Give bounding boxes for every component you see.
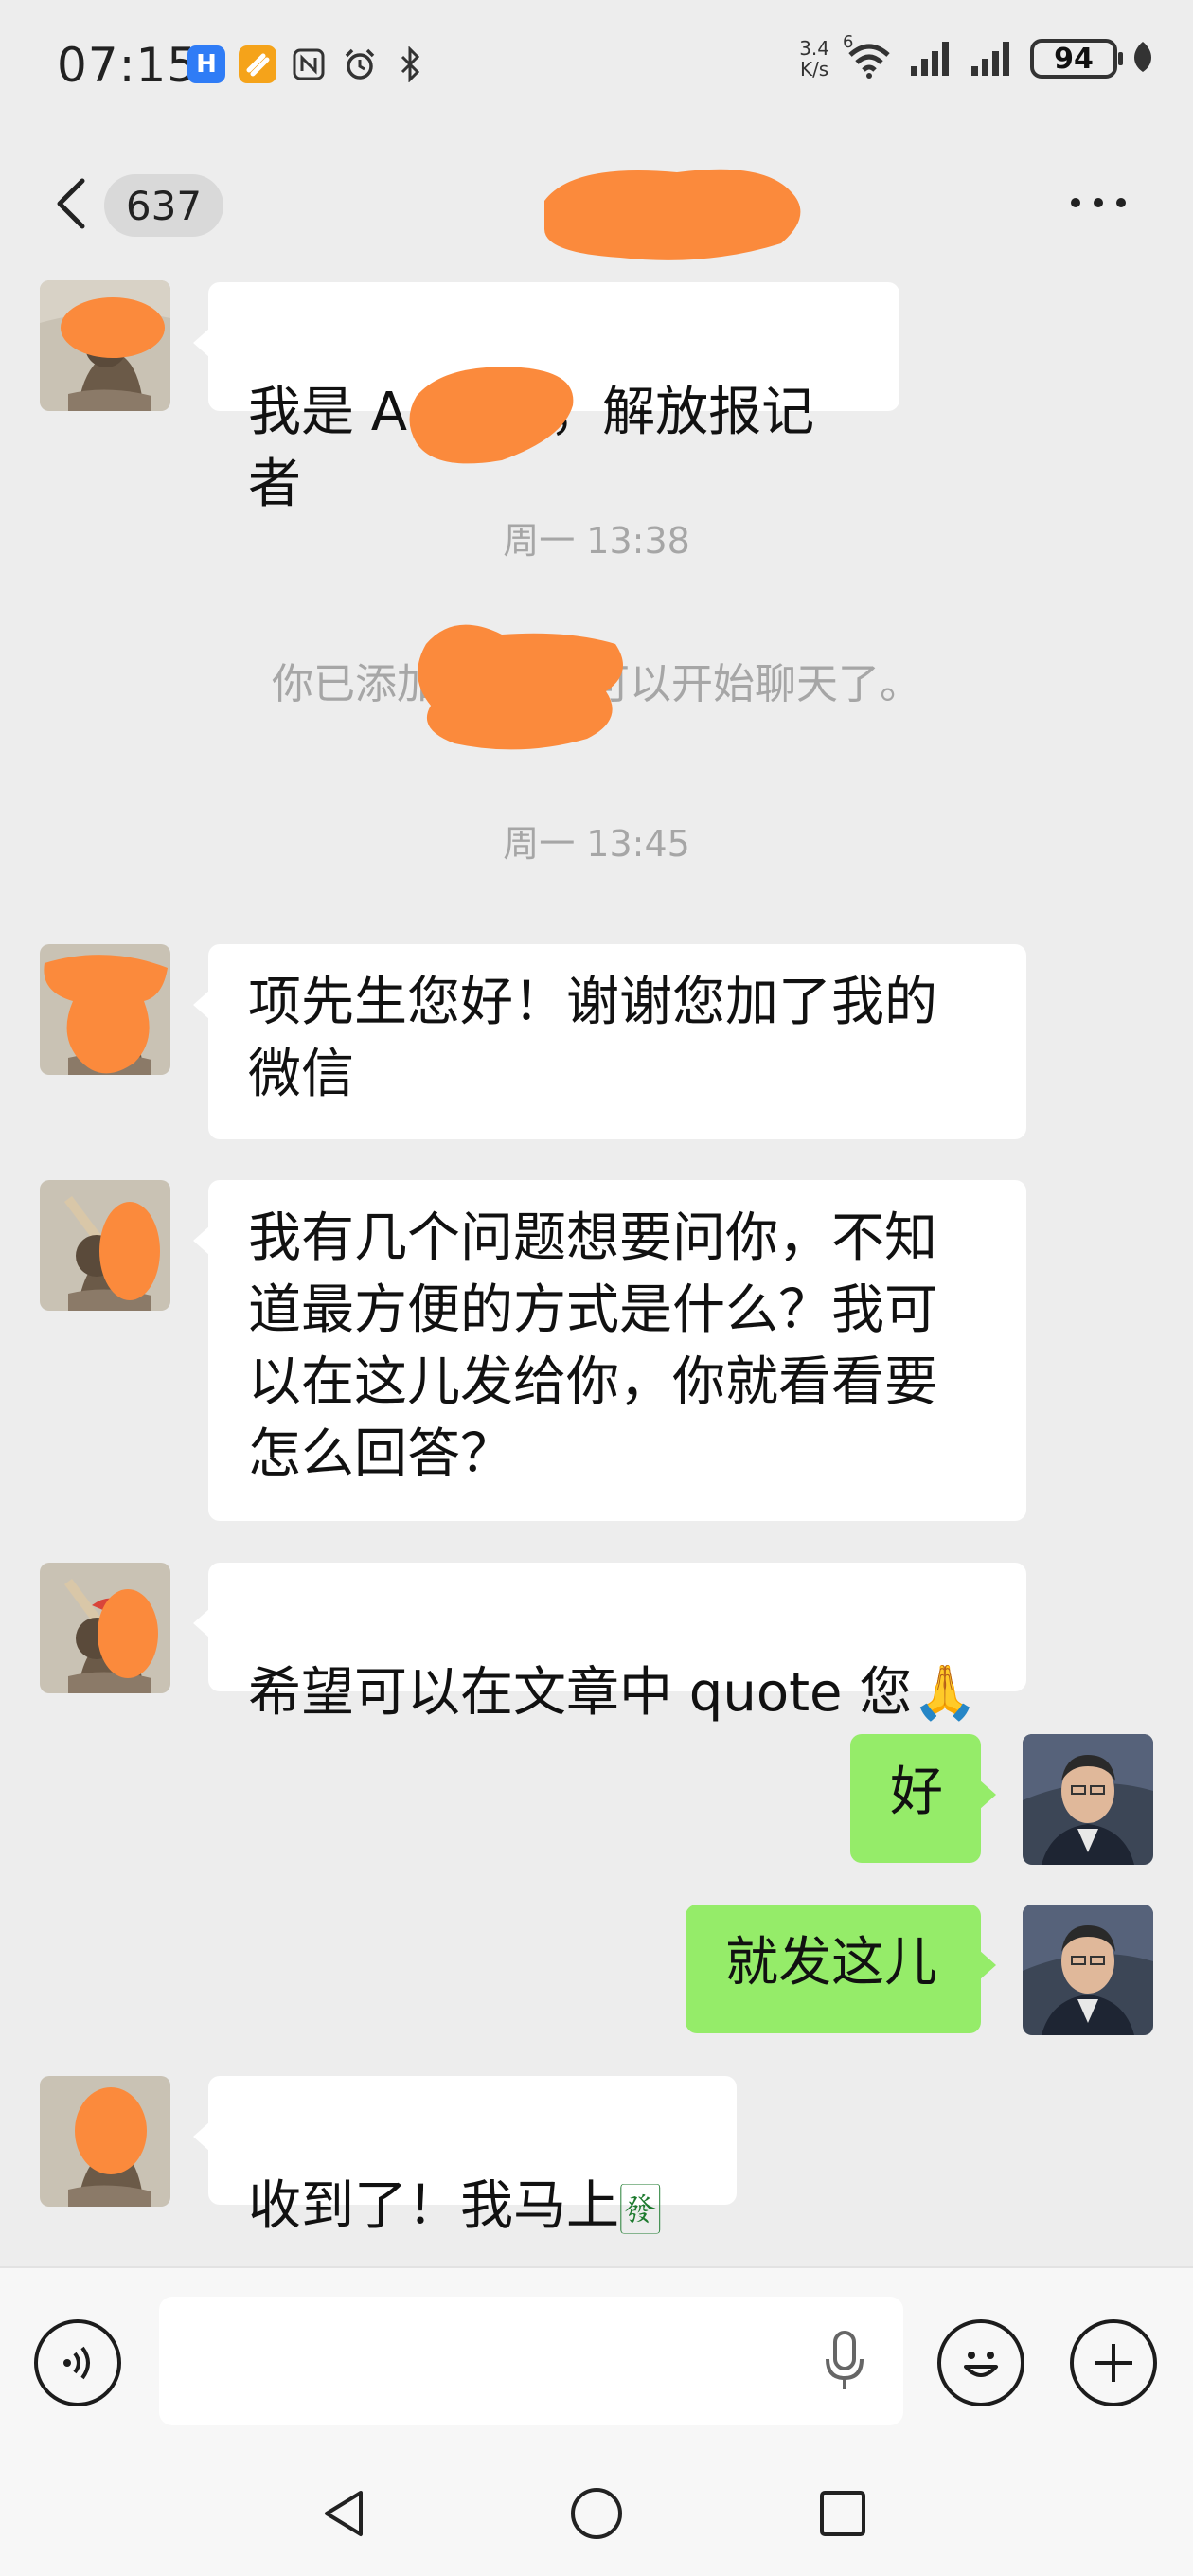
status-time: 07:15 — [57, 38, 199, 93]
square-recents-icon — [820, 2491, 865, 2536]
avatar-redaction — [97, 1199, 163, 1303]
timestamp: 周一 13:38 — [503, 520, 690, 562]
status-right: 3.4 K/s 6 94 — [799, 32, 1155, 80]
timestamp: 周一 13:45 — [503, 823, 690, 865]
cell-signal-1-icon — [909, 38, 956, 80]
huawei-health-icon: H — [187, 45, 225, 83]
chevron-left-icon — [57, 178, 85, 229]
status-bar: 07:15 H 3.4 K/s 6 94 — [0, 0, 1193, 142]
contact-avatar[interactable] — [40, 280, 170, 411]
voice-input-icon — [63, 2346, 90, 2380]
emoji-icon — [964, 2352, 998, 2377]
system-message-redaction — [398, 616, 634, 761]
name-redaction — [398, 286, 578, 491]
circle-home-icon — [571, 2488, 622, 2539]
message-bubble-incoming[interactable]: 项先生您好！谢谢您加了我的 微信 — [193, 944, 1026, 1139]
input-bar — [0, 2266, 1193, 2458]
contact-avatar[interactable] — [40, 944, 170, 1075]
mahjong-fa-emoji: 🀅 — [619, 2175, 662, 2237]
contact-avatar[interactable] — [40, 1563, 170, 1693]
voice-input-button[interactable] — [34, 2319, 121, 2406]
unread-count-badge[interactable]: 637 — [104, 174, 223, 237]
bluetooth-icon — [392, 45, 430, 83]
leaf-icon — [1131, 40, 1155, 78]
my-avatar[interactable] — [1023, 1734, 1153, 1865]
alarm-icon — [341, 45, 379, 83]
emoji-button[interactable] — [937, 2319, 1024, 2406]
plus-button[interactable] — [1070, 2319, 1157, 2406]
message-bubble-incoming[interactable]: 我是 A ，解放报记者 — [193, 282, 899, 515]
status-app-icons: H — [187, 45, 430, 83]
plus-icon — [1095, 2344, 1132, 2382]
nav-back-button[interactable] — [312, 2480, 379, 2547]
battery-indicator: 94 — [1030, 39, 1123, 79]
microphone-icon[interactable] — [824, 2331, 865, 2395]
cell-signal-2-icon — [970, 38, 1017, 80]
nav-recents-button[interactable] — [810, 2480, 876, 2547]
contact-avatar[interactable] — [40, 1180, 170, 1311]
avatar-redaction — [73, 2084, 149, 2178]
message-bubble-outgoing[interactable]: 就发这儿 — [686, 1905, 996, 2033]
system-nav-bar — [0, 2456, 1193, 2576]
avatar-redaction — [40, 944, 170, 1075]
message-bubble-incoming[interactable]: 我有几个问题想要问你，不知 道最方便的方式是什么？我可 以在这儿发给你，你就看看… — [193, 1180, 1026, 1521]
nfc-icon — [290, 45, 328, 83]
my-avatar[interactable] — [1023, 1905, 1153, 2035]
orange-app-icon — [239, 45, 276, 83]
chat-header: 637 — [0, 142, 1193, 265]
message-bubble-incoming[interactable]: 收到了！我马上🀅 — [193, 2076, 737, 2237]
message-input[interactable] — [159, 2297, 903, 2425]
nav-home-button[interactable] — [563, 2480, 630, 2547]
back-button[interactable] — [47, 170, 95, 237]
pray-emoji: 🙏 — [912, 1662, 979, 1724]
message-bubble-outgoing[interactable]: 好 — [850, 1734, 996, 1863]
more-options-button[interactable] — [1060, 184, 1136, 222]
network-speed: 3.4 K/s — [799, 37, 829, 80]
avatar-redaction — [95, 1586, 161, 1681]
wifi-icon: 6 — [843, 32, 896, 80]
avatar-redaction — [59, 290, 168, 366]
triangle-back-icon — [325, 2491, 363, 2536]
message-bubble-incoming[interactable]: 希望可以在文章中 quote 您🙏 — [193, 1563, 1026, 1724]
chat-title-redacted — [535, 163, 810, 267]
contact-avatar[interactable] — [40, 2076, 170, 2207]
